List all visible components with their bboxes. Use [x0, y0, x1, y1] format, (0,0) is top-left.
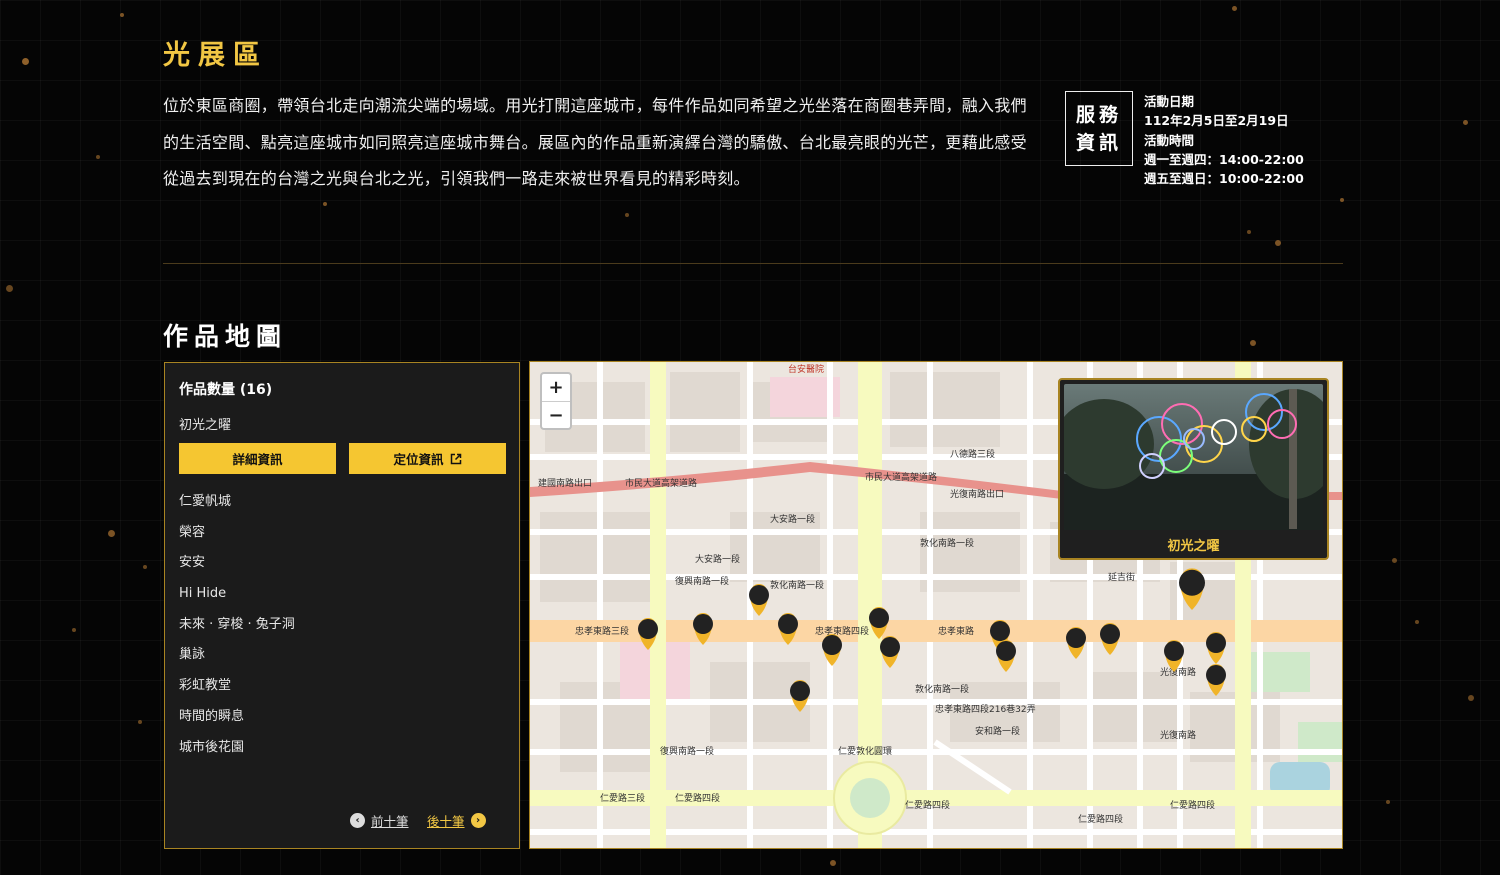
time-weekday: 週一至週四：14:00-22:00: [1144, 151, 1304, 167]
zoom-out-button[interactable]: −: [542, 401, 570, 428]
selected-artwork-name: 初光之曜: [179, 418, 232, 433]
artwork-list-item[interactable]: 安安: [179, 548, 295, 579]
street-label: 大安路一段: [770, 513, 815, 525]
prev-page-link[interactable]: ‹ 前十筆: [350, 811, 409, 830]
section-divider: [163, 263, 1343, 264]
street-label: 忠孝東路三段: [575, 625, 629, 637]
time-label: 活動時間: [1144, 132, 1195, 148]
artwork-popup[interactable]: 初光之曜: [1058, 378, 1329, 560]
external-link-icon: [450, 453, 461, 464]
street-label: 仁愛路三段: [600, 792, 645, 804]
street-label: 仁愛路四段: [675, 792, 720, 804]
road-fuxing: [650, 362, 666, 848]
street-label: 仁愛敦化圓環: [838, 745, 892, 757]
service-badge-line1: 服務: [1075, 104, 1122, 126]
locate-info-button[interactable]: 定位資訊: [349, 443, 506, 474]
street-label: 忠孝東路四段216巷32弄: [935, 703, 1036, 715]
chevron-left-icon: ‹: [350, 813, 365, 828]
street-label: 敦化南路一段: [915, 683, 969, 695]
detail-info-button[interactable]: 詳細資訊: [179, 443, 336, 474]
next-page-label: 後十筆: [427, 814, 465, 829]
service-info: 活動日期 112年2月5日至2月19日 活動時間 週一至週四：14:00-22:…: [1144, 92, 1304, 188]
street-label: 延吉街: [1108, 571, 1135, 583]
artwork-list-item[interactable]: 城市後花園: [179, 733, 295, 764]
zoom-in-button[interactable]: +: [542, 374, 570, 401]
detail-info-label: 詳細資訊: [232, 453, 283, 467]
artwork-list-item[interactable]: Hi Hide: [179, 579, 295, 610]
street-label: 光復南路: [1160, 729, 1196, 741]
artwork-photo: [1064, 384, 1323, 530]
prev-page-label: 前十筆: [371, 814, 409, 829]
popup-caption: 初光之曜: [1167, 539, 1220, 554]
chevron-right-icon: ›: [470, 813, 486, 828]
street-label: 復興南路一段: [660, 745, 714, 757]
street-label: 光復南路: [1160, 666, 1196, 678]
artwork-map-title: 作品地圖: [163, 322, 288, 351]
artwork-list-item[interactable]: 仁愛帆城: [179, 487, 295, 518]
street-label: 忠孝東路: [938, 625, 974, 637]
service-badge-line2: 資訊: [1075, 132, 1122, 154]
street-label: 仁愛路四段: [1170, 799, 1215, 811]
street-label: 建國南路出口: [538, 477, 592, 489]
exhibition-title: 光展區: [163, 40, 268, 71]
artwork-list-panel: 作品數量 (16) 初光之曜 詳細資訊 定位資訊 仁愛帆城 榮容 安安 Hi H…: [164, 362, 520, 849]
artwork-list-item[interactable]: 未來 · 穿梭 · 兔子洞: [179, 610, 295, 641]
street-label: 大安路一段: [695, 553, 740, 565]
street-label: 仁愛路四段: [1078, 813, 1123, 825]
artwork-list-item[interactable]: 彩虹教堂: [179, 671, 295, 702]
locate-info-label: 定位資訊: [393, 453, 444, 467]
artwork-list-item[interactable]: 榮容: [179, 518, 295, 549]
street-label: 敦化南路一段: [770, 579, 824, 591]
renai-circle-garden: [850, 778, 890, 818]
artwork-list-item[interactable]: 巢詠: [179, 640, 295, 671]
street-label: 八德路三段: [950, 448, 995, 460]
street-label: 仁愛路四段: [905, 799, 950, 811]
date-value: 112年2月5日至2月19日: [1144, 113, 1289, 129]
service-info-badge: 服務 資訊: [1065, 91, 1133, 166]
next-page-link[interactable]: 後十筆 ›: [427, 811, 486, 830]
date-label: 活動日期: [1144, 94, 1195, 109]
artwork-count: 作品數量 (16): [179, 382, 273, 398]
zoom-control: + −: [540, 372, 572, 430]
exhibition-intro: 位於東區商圈，帶領台北走向潮流尖端的場域。用光打開這座城市，每件作品如同希望之光…: [163, 96, 1027, 188]
artwork-list: 仁愛帆城 榮容 安安 Hi Hide 未來 · 穿梭 · 兔子洞 巢詠 彩虹教堂…: [179, 487, 295, 763]
street-label: 市民大道高架道路: [625, 477, 697, 489]
street-label: 光復南路出口: [950, 488, 1004, 500]
time-weekend: 週五至週日：10:00-22:00: [1144, 171, 1304, 187]
artwork-map[interactable]: 市民大道高架道路 市民大道高架道路 建國南路出口 光復南路出口 忠孝東路三段 忠…: [529, 361, 1343, 849]
street-label: 復興南路一段: [675, 575, 729, 587]
street-label: 安和路一段: [975, 725, 1020, 737]
street-label: 忠孝東路四段: [815, 625, 869, 637]
hospital-label: 台安醫院: [788, 363, 824, 375]
artwork-list-item[interactable]: 時間的瞬息: [179, 702, 295, 733]
street-label: 敦化南路一段: [920, 537, 974, 549]
street-label: 市民大道高架道路: [865, 471, 937, 483]
